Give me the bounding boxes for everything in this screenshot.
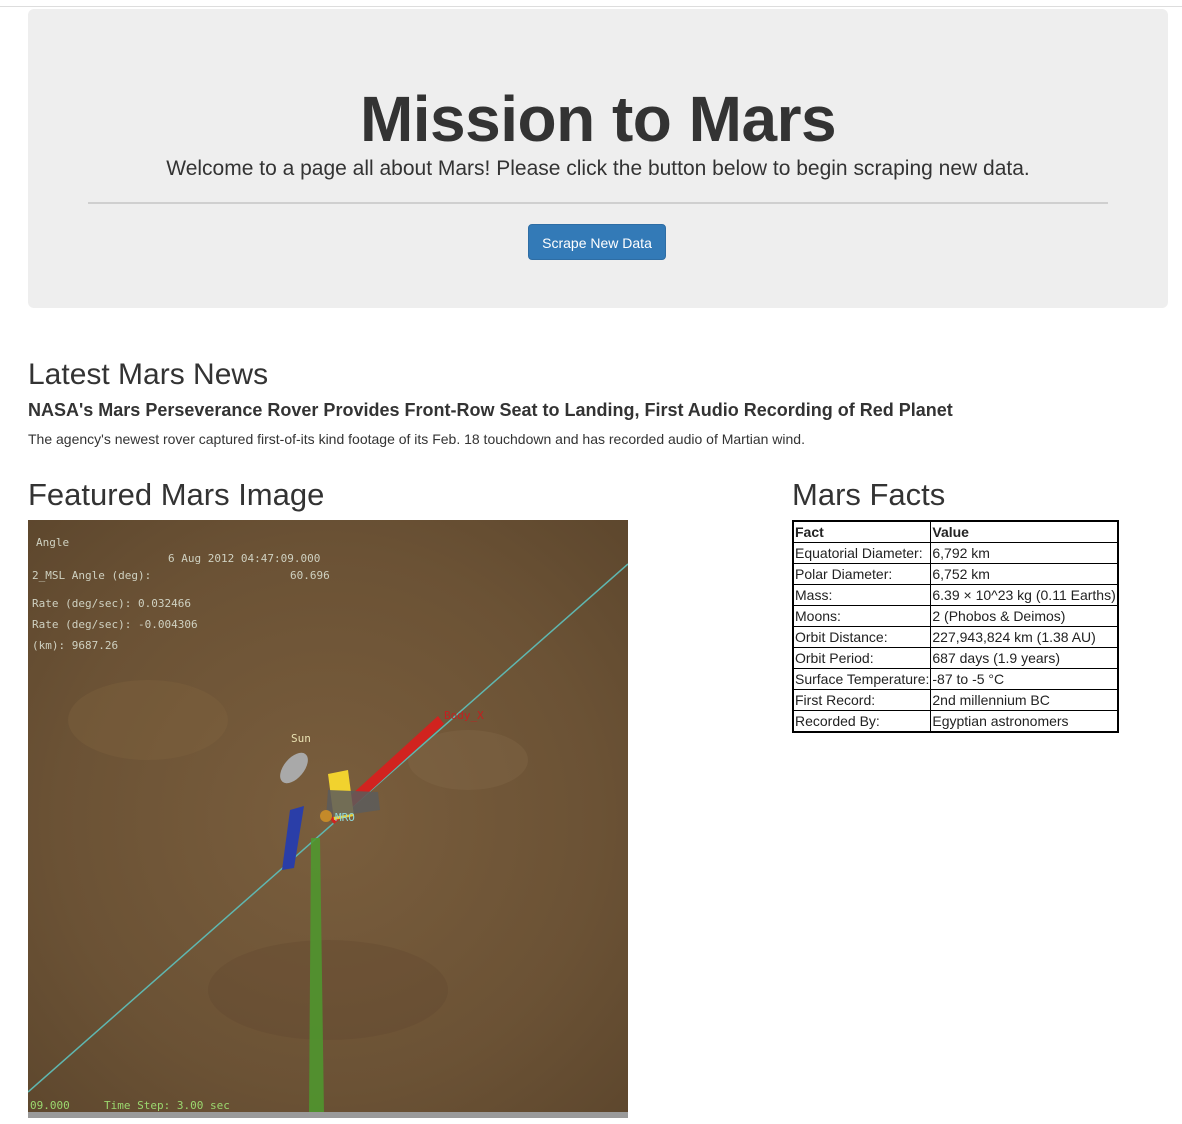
table-row: Moons: 2 (Phobos & Deimos) <box>792 605 1119 627</box>
news-title: NASA's Mars Perseverance Rover Provides … <box>28 400 953 420</box>
fact-value: 6,792 km <box>930 542 1119 564</box>
fact-value: 6,752 km <box>930 563 1119 585</box>
news-heading: Latest Mars News <box>28 358 269 391</box>
fact-label: Orbit Period: <box>792 647 932 669</box>
featured-image-heading: Featured Mars Image <box>28 477 325 512</box>
top-divider <box>0 6 1182 7</box>
overlay-date: 6 Aug 2012 04:47:09.000 <box>168 552 320 565</box>
fact-value: 227,943,824 km (1.38 AU) <box>930 626 1119 648</box>
overlay-time-step: Time Step: 3.00 sec <box>104 1099 230 1112</box>
scrape-new-data-button[interactable]: Scrape New Data <box>528 224 666 260</box>
mars-facts-heading: Mars Facts <box>792 477 946 512</box>
table-row: Recorded By: Egyptian astronomers <box>792 710 1119 733</box>
fact-label: Moons: <box>792 605 932 627</box>
overlay-rate-2: Rate (deg/sec): -0.004306 <box>32 618 198 631</box>
facts-header-fact: Fact <box>792 520 932 543</box>
overlay-rate-1: Rate (deg/sec): 0.032466 <box>32 597 191 610</box>
fact-value: 687 days (1.9 years) <box>930 647 1119 669</box>
jumbotron: Mission to Mars Welcome to a page all ab… <box>28 9 1168 308</box>
fact-label: First Record: <box>792 689 932 711</box>
overlay-msl-value: 60.696 <box>290 569 330 582</box>
overlay-km: (km): 9687.26 <box>32 639 118 652</box>
page-lead: Welcome to a page all about Mars! Please… <box>166 157 1030 180</box>
table-row: Equatorial Diameter: 6,792 km <box>792 542 1119 564</box>
table-row: Polar Diameter: 6,752 km <box>792 563 1119 585</box>
page-title: Mission to Mars <box>359 83 837 155</box>
jumbotron-divider <box>88 202 1108 204</box>
fact-value: Egyptian astronomers <box>930 710 1119 733</box>
overlay-sun-label: Sun <box>291 732 311 745</box>
facts-header-row: Fact Value <box>792 520 1119 543</box>
fact-value: 6.39 × 10^23 kg (0.11 Earths) <box>930 584 1119 606</box>
table-row: First Record: 2nd millennium BC <box>792 689 1119 711</box>
fact-label: Recorded By: <box>792 710 932 733</box>
mars-featured-image[interactable]: Angle 6 Aug 2012 04:47:09.000 2_MSL Angl… <box>28 520 628 1118</box>
overlay-mro-label: MRO <box>335 811 355 824</box>
overlay-msl-angle: 2_MSL Angle (deg): <box>32 569 151 582</box>
fact-label: Equatorial Diameter: <box>792 542 932 564</box>
fact-value: 2 (Phobos & Deimos) <box>930 605 1119 627</box>
table-row: Orbit Distance: 227,943,824 km (1.38 AU) <box>792 626 1119 648</box>
overlay-time: 09.000 <box>30 1099 70 1112</box>
table-row: Mass: 6.39 × 10^23 kg (0.11 Earths) <box>792 584 1119 606</box>
fact-value: 2nd millennium BC <box>930 689 1119 711</box>
fact-label: Surface Temperature: <box>792 668 932 690</box>
fact-label: Polar Diameter: <box>792 563 932 585</box>
fact-label: Orbit Distance: <box>792 626 932 648</box>
news-paragraph: The agency's newest rover captured first… <box>28 431 805 447</box>
mars-facts-table: Fact Value Equatorial Diameter: 6,792 km… <box>792 520 1119 733</box>
fact-value: -87 to -5 °C <box>930 668 1119 690</box>
fact-label: Mass: <box>792 584 932 606</box>
table-row: Orbit Period: 687 days (1.9 years) <box>792 647 1119 669</box>
overlay-body-label: Body_X <box>444 709 484 722</box>
facts-header-value: Value <box>930 520 1119 543</box>
table-row: Surface Temperature: -87 to -5 °C <box>792 668 1119 690</box>
overlay-angle: Angle <box>36 536 69 549</box>
